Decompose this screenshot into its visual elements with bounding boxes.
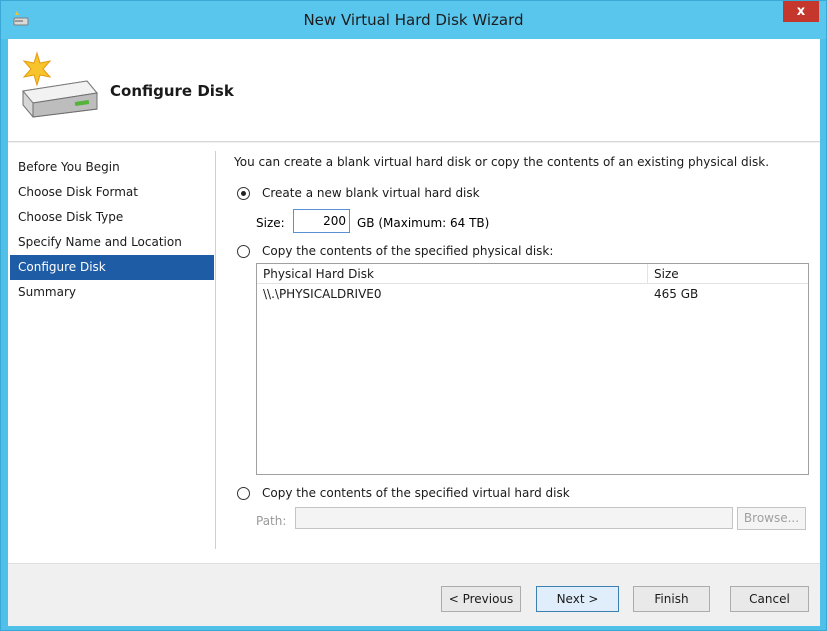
- intro-text: You can create a blank virtual hard disk…: [234, 155, 770, 169]
- cancel-button[interactable]: Cancel: [730, 586, 809, 612]
- option-copy-physical-disk[interactable]: Copy the contents of the specified physi…: [237, 243, 553, 259]
- radio-copy-physical-disk[interactable]: [237, 244, 250, 258]
- step-specify-name-location[interactable]: Specify Name and Location: [10, 230, 214, 255]
- wizard-steps-nav: Before You Begin Choose Disk Format Choo…: [10, 155, 214, 305]
- browse-button[interactable]: Browse...: [737, 507, 806, 530]
- table-row[interactable]: \\.\PHYSICALDRIVE0 465 GB: [257, 285, 808, 303]
- step-before-you-begin[interactable]: Before You Begin: [10, 155, 214, 180]
- wizard-footer: < Previous Next > Finish Cancel: [8, 563, 820, 626]
- radio-copy-virtual-disk[interactable]: [237, 486, 250, 500]
- option-copy-virtual-disk[interactable]: Copy the contents of the specified virtu…: [237, 485, 570, 501]
- next-button[interactable]: Next >: [536, 586, 619, 612]
- step-configure-disk[interactable]: Configure Disk: [10, 255, 214, 280]
- wizard-content: Before You Begin Choose Disk Format Choo…: [8, 143, 820, 563]
- step-summary[interactable]: Summary: [10, 280, 214, 305]
- previous-button[interactable]: < Previous: [441, 586, 521, 612]
- wizard-header: Configure Disk: [8, 39, 820, 142]
- step-choose-disk-format[interactable]: Choose Disk Format: [10, 180, 214, 205]
- option-new-blank-disk[interactable]: Create a new blank virtual hard disk: [237, 185, 480, 201]
- radio-new-blank-disk[interactable]: [237, 186, 250, 200]
- option-copy-physical-disk-label: Copy the contents of the specified physi…: [262, 244, 554, 258]
- steps-divider: [215, 151, 216, 549]
- cell-disk-name: \\.\PHYSICALDRIVE0: [263, 287, 382, 301]
- cell-disk-size: 465 GB: [654, 287, 699, 301]
- column-header-physical-hard-disk[interactable]: Physical Hard Disk: [257, 264, 648, 284]
- column-header-size[interactable]: Size: [648, 264, 808, 284]
- title-bar[interactable]: New Virtual Hard Disk Wizard x: [1, 1, 826, 39]
- physical-disk-table[interactable]: Physical Hard Disk Size \\.\PHYSICALDRIV…: [256, 263, 809, 475]
- size-input[interactable]: [293, 209, 350, 233]
- table-header: Physical Hard Disk Size: [257, 264, 808, 284]
- option-copy-virtual-disk-label: Copy the contents of the specified virtu…: [262, 486, 570, 500]
- close-button[interactable]: x: [783, 1, 819, 22]
- wizard-window: New Virtual Hard Disk Wizard x Configure…: [0, 0, 827, 631]
- step-choose-disk-type[interactable]: Choose Disk Type: [10, 205, 214, 230]
- window-title: New Virtual Hard Disk Wizard: [303, 11, 524, 29]
- client-area: Configure Disk Before You Begin Choose D…: [8, 39, 820, 626]
- size-label: Size:: [256, 216, 285, 230]
- option-new-blank-disk-label: Create a new blank virtual hard disk: [262, 186, 480, 200]
- path-label: Path:: [256, 514, 287, 528]
- finish-button[interactable]: Finish: [633, 586, 710, 612]
- configure-disk-panel: You can create a blank virtual hard disk…: [234, 143, 814, 563]
- new-disk-icon: [22, 51, 98, 118]
- path-input[interactable]: [295, 507, 733, 529]
- size-unit-text: GB (Maximum: 64 TB): [357, 216, 490, 230]
- page-title: Configure Disk: [110, 82, 234, 100]
